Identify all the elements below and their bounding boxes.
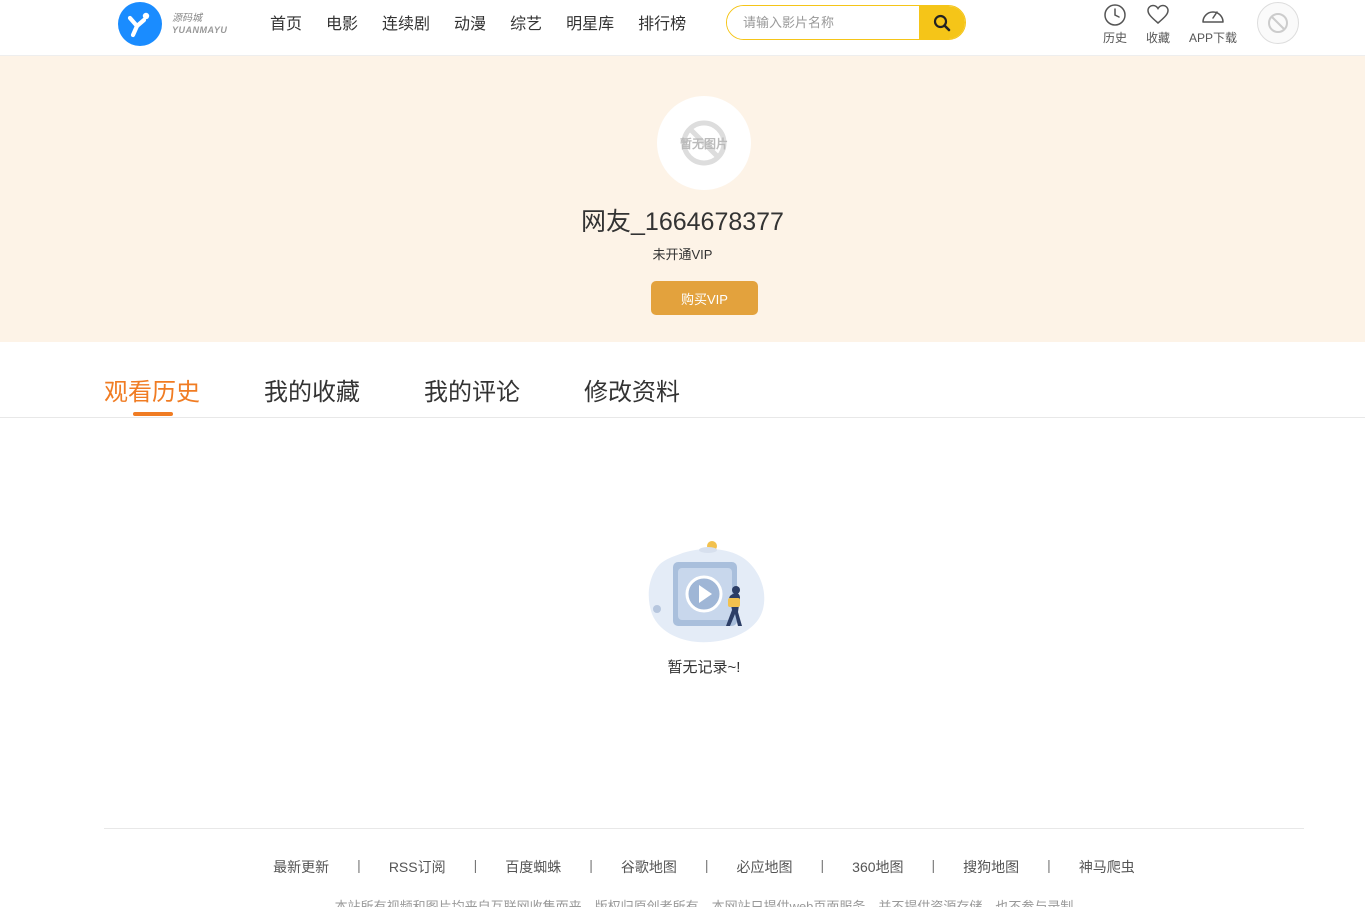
footer-separator: | bbox=[704, 857, 709, 873]
heart-icon bbox=[1147, 4, 1169, 24]
profile-avatar: 暂无图片 bbox=[657, 96, 751, 190]
avatar-placeholder-text: 暂无图片 bbox=[679, 136, 728, 151]
search-button[interactable] bbox=[919, 6, 965, 39]
search-icon bbox=[933, 14, 951, 31]
nav-item-home[interactable]: 首页 bbox=[270, 10, 302, 34]
active-tab-indicator bbox=[133, 412, 173, 416]
footer-separator: | bbox=[931, 857, 936, 873]
profile-tabs: 观看历史 我的收藏 我的评论 修改资料 bbox=[0, 342, 1365, 418]
footer-separator: | bbox=[820, 857, 825, 873]
gauge-icon bbox=[1202, 11, 1224, 23]
history-label: 历史 bbox=[1103, 31, 1128, 45]
logo-y-icon bbox=[118, 2, 162, 46]
no-image-icon bbox=[1268, 13, 1288, 33]
tab-comments[interactable]: 我的评论 bbox=[424, 372, 520, 407]
logo-text-en: YUANMAYU bbox=[172, 24, 228, 35]
empty-state-illustration bbox=[640, 534, 770, 646]
nav-item-stars[interactable]: 明星库 bbox=[566, 10, 614, 34]
site-logo[interactable]: 源码城 YUANMAYU bbox=[118, 1, 228, 47]
tab-favorites[interactable]: 我的收藏 bbox=[264, 372, 360, 407]
nav-item-series[interactable]: 连续剧 bbox=[382, 10, 430, 34]
footer-link-baidu[interactable]: 百度蜘蛛 bbox=[505, 857, 561, 877]
favorites-link[interactable]: 收藏 bbox=[1146, 3, 1170, 46]
user-avatar[interactable] bbox=[1257, 2, 1299, 44]
site-header: 源码城 YUANMAYU 首页 电影 连续剧 动漫 综艺 明星库 排行榜 历史 bbox=[0, 0, 1365, 56]
footer-link-rss[interactable]: RSS订阅 bbox=[389, 857, 446, 877]
footer-link-latest[interactable]: 最新更新 bbox=[273, 857, 329, 877]
footer-disclaimer: 本站所有视频和图片均来自互联网收集而来，版权归原创者所有，本网站只提供web页面… bbox=[334, 899, 1074, 907]
footer-link-bing[interactable]: 必应地图 bbox=[737, 857, 793, 877]
footer-divider bbox=[104, 828, 1304, 829]
footer-separator: | bbox=[1047, 857, 1051, 873]
footer-separator: | bbox=[473, 857, 478, 873]
app-download-label: APP下载 bbox=[1189, 31, 1238, 45]
footer-link-shenma[interactable]: 神马爬虫 bbox=[1079, 857, 1135, 877]
footer-link-360[interactable]: 360地图 bbox=[852, 857, 903, 877]
footer-link-google[interactable]: 谷歌地图 bbox=[621, 857, 677, 877]
footer-links: 最新更新 | RSS订阅 | 百度蜘蛛 | 谷歌地图 | 必应地图 | 360地… bbox=[0, 857, 1365, 877]
clock-icon bbox=[1104, 4, 1126, 26]
search-box bbox=[726, 5, 966, 40]
tab-edit-profile[interactable]: 修改资料 bbox=[584, 372, 680, 407]
tab-watch-history[interactable]: 观看历史 bbox=[104, 372, 200, 407]
nav-item-ranking[interactable]: 排行榜 bbox=[638, 10, 686, 34]
empty-state-text: 暂无记录~! bbox=[667, 659, 741, 676]
search-input[interactable] bbox=[727, 6, 919, 39]
nav-item-anime[interactable]: 动漫 bbox=[454, 10, 486, 34]
buy-vip-button[interactable]: 购买VIP bbox=[651, 281, 758, 315]
nav-item-variety[interactable]: 综艺 bbox=[510, 10, 542, 34]
main-nav: 首页 电影 连续剧 动漫 综艺 明星库 排行榜 bbox=[270, 10, 710, 34]
footer-separator: | bbox=[589, 857, 593, 873]
footer-link-sogou[interactable]: 搜狗地图 bbox=[963, 857, 1019, 877]
favorites-label: 收藏 bbox=[1146, 31, 1171, 45]
username: 网友_1664678377 bbox=[581, 208, 784, 236]
profile-banner: 暂无图片 网友_1664678377 未开通VIP 购买VIP bbox=[0, 56, 1365, 342]
vip-status: 未开通VIP bbox=[652, 247, 713, 262]
app-download-link[interactable]: APP下载 bbox=[1189, 3, 1237, 46]
logo-text-cn: 源码城 bbox=[172, 12, 202, 24]
history-link[interactable]: 历史 bbox=[1103, 3, 1127, 46]
nav-item-movie[interactable]: 电影 bbox=[326, 10, 358, 34]
footer-separator: | bbox=[357, 857, 361, 873]
